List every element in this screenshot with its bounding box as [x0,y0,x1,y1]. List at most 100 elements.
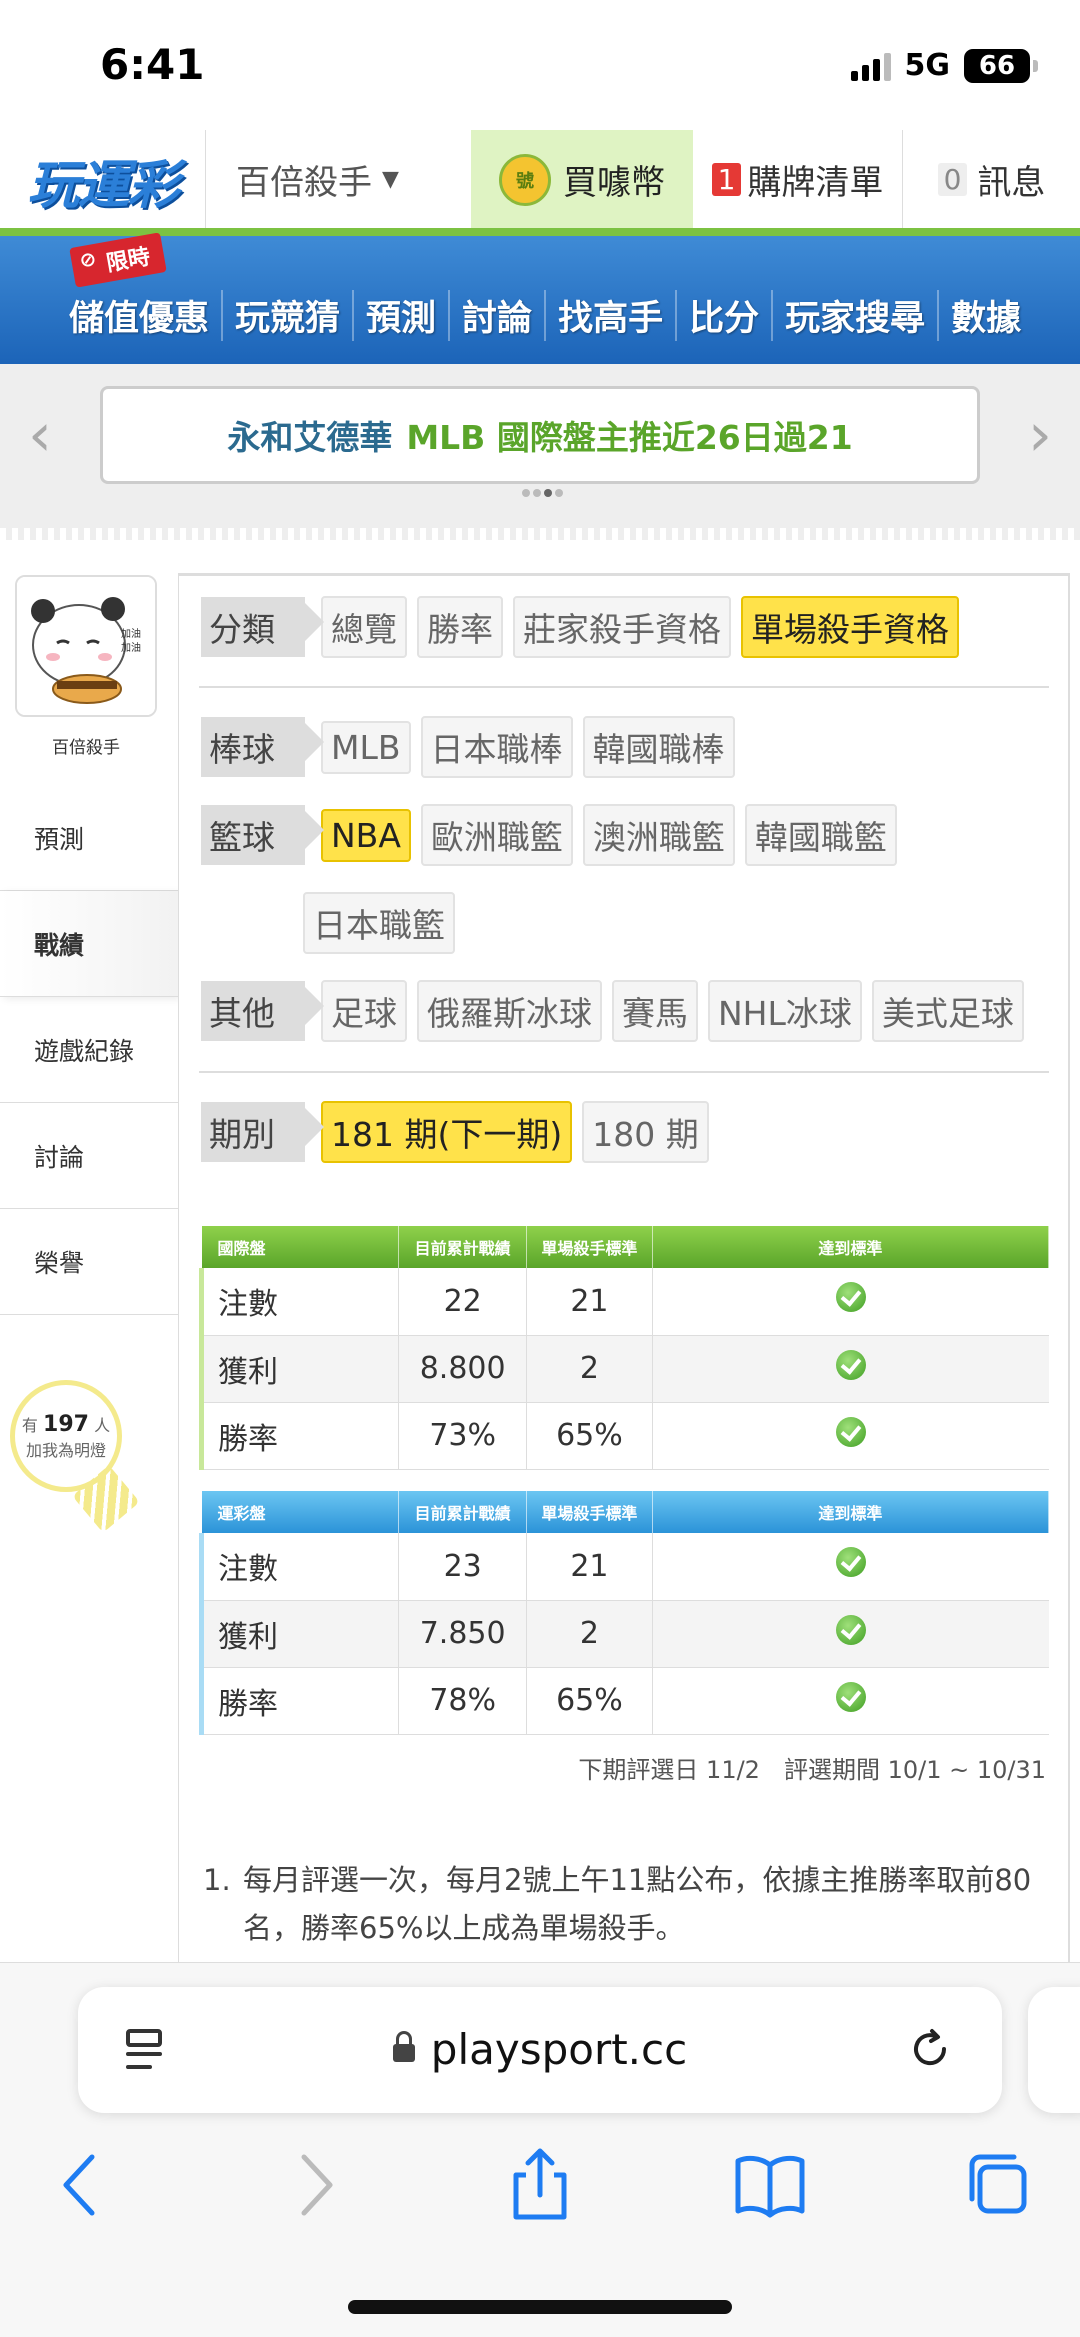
menu-item-data[interactable]: 數據 [939,290,1033,341]
follow-label: 加我為明燈 [25,1440,106,1460]
list-item: 1. 每月評選一次，每月2號上午11點公布，依據主推勝率取前80名，勝率65%以… [203,1856,1043,1952]
status-time: 6:41 [100,40,205,89]
table-row: 勝率 78% 65% [198,1667,1049,1735]
status-bar: 6:41 5G 66 [0,0,1080,130]
forward-icon[interactable] [274,2145,354,2225]
column-header: 目前累計戰績 [398,1226,528,1268]
category-label: 分類 [201,597,305,657]
row-label: 注數 [198,1268,400,1336]
address-bar[interactable]: playsport.cc [78,1987,1002,2113]
follower-count-line: 有 197 人 [22,1412,110,1437]
browser-toolbar: playsport.cc [0,1962,1080,2337]
row-label: 獲利 [198,1335,400,1403]
menu-item-experts[interactable]: 找高手 [546,290,678,341]
status-cell [652,1268,1049,1336]
period-label: 期別 [201,1102,305,1162]
tag-winrate[interactable]: 勝率 [417,596,503,658]
tag-period-181[interactable]: 181 期(下一期) [321,1101,573,1163]
sidebar-item-discuss[interactable]: 討論 [0,1103,178,1209]
tag-khl[interactable]: 俄羅斯冰球 [417,980,602,1042]
tag-nbl[interactable]: 澳洲職籃 [582,804,735,866]
tag-single-killer[interactable]: 單場殺手資格 [741,596,959,658]
menu-item-quiz[interactable]: 玩競猜 [223,290,355,341]
tag-npb[interactable]: 日本職棒 [420,716,573,778]
column-header: 達到標準 [652,1491,1050,1533]
share-icon[interactable] [500,2145,580,2225]
basketball-filter-row-2: 日本職籃 [303,892,455,954]
sidebar-item-predict[interactable]: 預測 [0,785,178,891]
tag-nba[interactable]: NBA [321,808,411,862]
column-header: 達到標準 [652,1226,1050,1268]
sidebar-item-record[interactable]: 戰績 [0,891,178,997]
profile-menu: 預測 戰績 遊戲紀錄 討論 榮譽 [0,785,178,1315]
status-cell [652,1600,1049,1668]
tag-horse-racing[interactable]: 賽馬 [612,980,698,1042]
current-value: 8.800 [398,1335,528,1403]
status-cell [652,1335,1049,1403]
bookmarks-icon[interactable] [730,2145,810,2225]
tag-banker-killer[interactable]: 莊家殺手資格 [513,596,731,658]
carousel-dot [533,489,541,497]
column-header: 單場殺手標準 [526,1491,653,1533]
sidebar-item-game-log[interactable]: 遊戲紀錄 [0,997,178,1103]
tag-soccer[interactable]: 足球 [321,980,407,1042]
table-header: 國際盤 目前累計戰績 單場殺手標準 達到標準 [201,1226,1050,1268]
menu-item-scores[interactable]: 比分 [677,290,774,341]
tabs-icon[interactable] [958,2145,1038,2225]
menu-item-topup[interactable]: 儲值優惠 [55,290,224,341]
tag-period-180[interactable]: 180 期 [582,1101,709,1163]
menu-item-discuss[interactable]: 討論 [450,290,547,341]
promo-banner[interactable]: 永和艾德華 MLB 國際盤主推近26日過21 [100,386,980,484]
carousel-dot [522,489,530,497]
lightbulb-follow-button[interactable]: 有 197 人 加我為明燈 [10,1380,122,1492]
evaluation-period-note: 下期評選日 11/2 評選期間 10/1 ~ 10/31 [578,1756,1046,1784]
menu-item-player-search[interactable]: 玩家搜尋 [773,290,940,341]
messages-button[interactable]: 0 訊息 [903,130,1080,229]
sidebar-item-honor[interactable]: 榮譽 [0,1209,178,1315]
list-text: 每月評選一次，每月2號上午11點公布，依據主推勝率取前80名，勝率65%以上成為… [243,1863,1032,1945]
next-tab-peek[interactable] [1028,1987,1080,2113]
divider [199,686,1049,688]
main-menu: 儲值優惠 玩競猜 預測 討論 找高手 比分 玩家搜尋 數據 [55,290,1033,341]
status-cell [652,1402,1049,1470]
banner-author: 永和艾德華 [227,418,393,457]
banner-headline: MLB 國際盤主推近26日過21 [406,418,853,457]
check-icon [835,1681,866,1712]
column-header: 目前累計戰績 [398,1491,528,1533]
buy-coin-label: 買噱幣 [563,163,665,203]
tag-kbo[interactable]: 韓國職棒 [582,716,735,778]
top-nav: 玩運彩 百倍殺手 ▼ 號 買噱幣 1 購牌清單 0 訊息 [0,130,1080,230]
tag-kbl[interactable]: 韓國職籃 [744,804,897,866]
row-label: 注數 [198,1533,400,1601]
baseball-filter-row: 棒球 MLB 日本職棒 韓國職棒 [201,716,735,778]
chevron-right-icon[interactable]: › [1028,400,1052,470]
menu-item-predict[interactable]: 預測 [354,290,451,341]
cart-count-badge: 1 [711,163,742,196]
tag-mlb[interactable]: MLB [321,720,411,774]
reload-icon[interactable] [906,2025,954,2073]
tag-euro-basketball[interactable]: 歐洲職籃 [420,804,573,866]
tag-overview[interactable]: 總覽 [321,596,407,658]
avatar[interactable]: 加油 加油 [15,575,157,717]
column-header: 單場殺手標準 [526,1226,653,1268]
back-icon[interactable] [42,2145,122,2225]
standard-value: 2 [526,1600,653,1668]
table-row: 勝率 73% 65% [198,1402,1049,1470]
profile-username: 百倍殺手 [52,738,120,758]
network-label: 5G [904,48,951,83]
row-label: 勝率 [198,1402,400,1470]
tag-nfl[interactable]: 美式足球 [871,980,1024,1042]
user-menu[interactable]: 百倍殺手 ▼ [205,130,471,229]
message-count-badge: 0 [937,163,968,196]
buy-coin-button[interactable]: 號 買噱幣 [471,130,693,229]
column-header: 運彩盤 [201,1491,400,1533]
chevron-left-icon[interactable]: ‹ [28,400,52,470]
table-row: 獲利 7.850 2 [198,1600,1049,1668]
divider [199,1071,1049,1073]
cart-button[interactable]: 1 購牌清單 [693,130,903,229]
row-label: 勝率 [198,1667,400,1735]
site-logo[interactable]: 玩運彩 [0,130,205,230]
tag-bleague[interactable]: 日本職籃 [303,892,455,954]
coin-icon: 號 [499,153,551,206]
tag-nhl[interactable]: NHL冰球 [708,980,862,1042]
